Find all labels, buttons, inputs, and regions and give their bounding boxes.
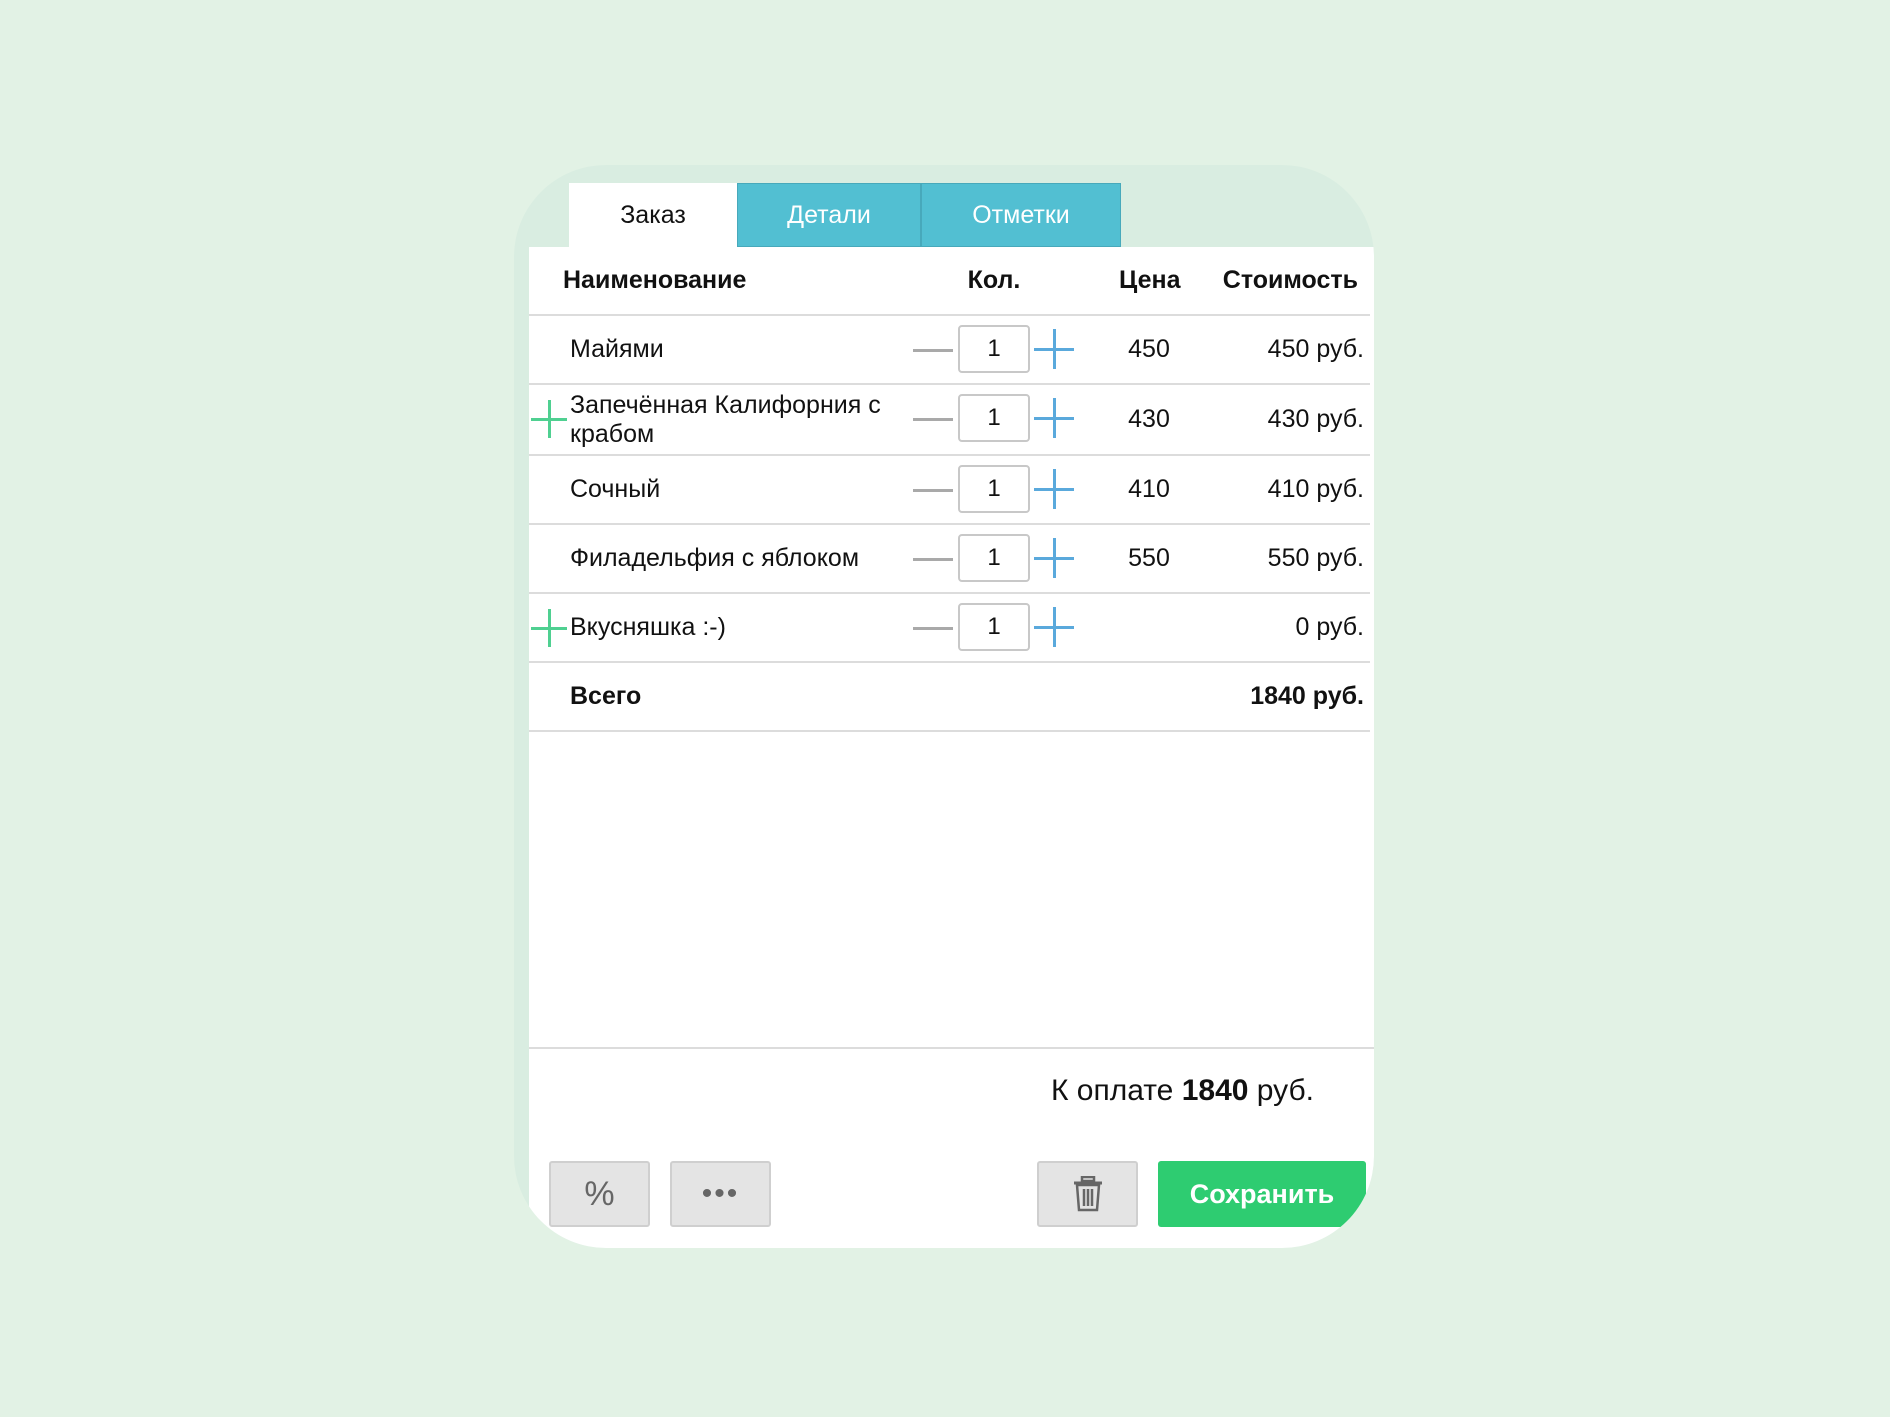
table-row: Запечённая Калифорния с крабом 430 430 р… [529,385,1370,456]
item-price: 550 [1128,544,1170,572]
amount-due-value: 1840 [1181,1074,1249,1107]
item-sum: 450 руб. [1267,335,1364,363]
more-options-button[interactable]: ••• [670,1161,771,1227]
quantity-input[interactable] [958,394,1030,442]
decrease-qty-button[interactable] [913,627,953,630]
item-name: Майями [570,335,664,363]
header-price: Цена [1119,266,1181,294]
decrease-qty-button[interactable] [913,489,953,492]
total-value: 1840 руб. [1250,682,1364,710]
total-label: Всего [570,682,642,710]
add-modifier-icon[interactable] [531,609,567,647]
quantity-input[interactable] [958,603,1030,651]
increase-qty-button[interactable] [1034,607,1074,647]
save-button[interactable]: Сохранить [1158,1161,1366,1227]
header-sum: Стоимость [1222,266,1358,294]
table-row: Сочный 410 410 руб. [529,456,1370,525]
quantity-input[interactable] [958,325,1030,373]
item-sum: 430 руб. [1267,405,1364,433]
item-name: Запечённая Калифорния с крабом [570,391,881,448]
item-name: Вкусняшка :-) [570,613,726,641]
discount-button[interactable]: % [549,1161,650,1227]
item-price: 430 [1128,405,1170,433]
increase-qty-button[interactable] [1034,469,1074,509]
item-sum: 410 руб. [1267,475,1364,503]
amount-due-currency: руб. [1256,1074,1314,1107]
add-modifier-icon[interactable] [531,400,567,438]
decrease-qty-button[interactable] [913,418,953,421]
tab-notes[interactable]: Отметки [921,183,1121,247]
table-row: Филадельфия с яблоком 550 550 руб. [529,525,1370,594]
quantity-input[interactable] [958,465,1030,513]
footer-divider [529,1047,1374,1049]
order-card: Заказ Детали Отметки Наименование Кол. Ц… [514,165,1374,1248]
increase-qty-button[interactable] [1034,329,1074,369]
tab-order[interactable]: Заказ [569,183,737,247]
order-panel: Наименование Кол. Цена Стоимость Майями … [529,247,1374,1248]
header-name: Наименование [563,266,747,294]
increase-qty-button[interactable] [1034,398,1074,438]
item-price: 410 [1128,475,1170,503]
trash-icon [1073,1176,1102,1212]
item-name: Сочный [570,475,661,503]
item-sum: 550 руб. [1267,544,1364,572]
table-row: Вкусняшка :-) 0 руб. [529,594,1370,663]
increase-qty-button[interactable] [1034,538,1074,578]
delete-button[interactable] [1037,1161,1138,1227]
item-name: Филадельфия с яблоком [570,544,860,572]
amount-due: К оплате 1840 руб. [1051,1074,1314,1108]
header-qty: Кол. [967,266,1021,294]
item-sum: 0 руб. [1295,613,1364,641]
tab-details[interactable]: Детали [737,183,921,247]
quantity-input[interactable] [958,534,1030,582]
total-row: Всего 1840 руб. [529,663,1370,732]
amount-due-label: К оплате [1051,1074,1174,1107]
table-row: Майями 450 450 руб. [529,316,1370,385]
decrease-qty-button[interactable] [913,349,953,352]
item-price: 450 [1128,335,1170,363]
decrease-qty-button[interactable] [913,558,953,561]
table-header: Наименование Кол. Цена Стоимость [529,247,1370,316]
